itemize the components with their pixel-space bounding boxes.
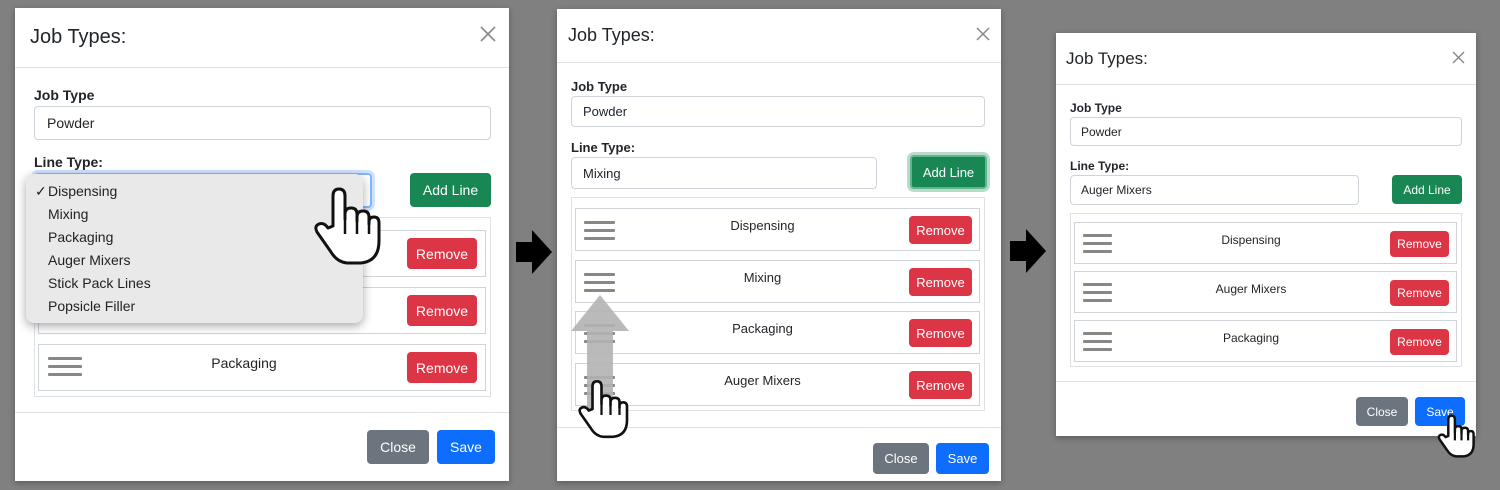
job-type-label: Job Type [571, 79, 628, 94]
job-type-label: Job Type [1070, 101, 1122, 115]
close-button[interactable]: Close [367, 430, 429, 464]
job-type-value: Powder [583, 104, 628, 119]
job-type-value: Powder [1081, 124, 1122, 139]
modal-footer: Close Save [15, 412, 509, 481]
drag-handle-icon[interactable] [1083, 283, 1112, 302]
line-type-label: Line Type: [571, 140, 636, 155]
line-type-select[interactable]: Mixing [571, 157, 877, 189]
line-row-label: Dispensing [730, 218, 795, 233]
line-type-label: Line Type: [1070, 159, 1130, 173]
remove-button[interactable]: Remove [909, 319, 972, 347]
line-type-select[interactable]: Auger Mixers [1070, 175, 1359, 205]
job-type-label: Job Type [34, 87, 95, 103]
add-line-button[interactable]: Add Line [410, 173, 491, 207]
modal-title: Job Types: [30, 26, 127, 48]
remove-button[interactable]: Remove [1390, 329, 1449, 355]
remove-button[interactable]: Remove [1390, 231, 1449, 257]
close-button[interactable]: Close [1356, 397, 1408, 426]
remove-button[interactable]: Remove [909, 216, 972, 244]
line-row-label: Dispensing [1221, 233, 1281, 247]
line-row-packaging[interactable]: Packaging Remove [1074, 320, 1457, 362]
drag-handle-icon[interactable] [584, 273, 615, 292]
remove-button[interactable]: Remove [909, 371, 972, 399]
modal-title: Job Types: [1066, 49, 1148, 68]
line-row-packaging[interactable]: Packaging Remove [575, 311, 980, 354]
remove-button-2[interactable]: Remove [407, 295, 477, 326]
dropdown-option-stick-pack-lines[interactable]: Stick Pack Lines [26, 272, 363, 295]
remove-button[interactable]: Remove [909, 268, 972, 296]
line-row-label: Packaging [211, 355, 277, 371]
line-row-label: Packaging [1222, 331, 1280, 345]
job-type-input[interactable]: Powder [1070, 117, 1462, 146]
close-icon[interactable] [975, 26, 991, 42]
right-arrow-icon [516, 230, 552, 274]
modal-footer: Close Save [1056, 381, 1476, 436]
drag-handle-icon[interactable] [1083, 332, 1112, 351]
remove-button-3[interactable]: Remove [407, 352, 477, 383]
drag-handle-icon[interactable] [48, 357, 82, 376]
pointer-hand-icon [578, 379, 629, 439]
line-row-auger-mixers[interactable]: Auger Mixers Remove [1074, 271, 1457, 313]
job-type-input[interactable]: Powder [34, 106, 491, 140]
save-button[interactable]: Save [437, 430, 495, 464]
line-row-label: Mixing [743, 270, 782, 285]
line-row-dispensing[interactable]: Dispensing Remove [1074, 222, 1457, 264]
job-types-modal-1: Job Types: Job Type Powder Line Type: Ad… [15, 8, 509, 481]
line-type-label: Line Type: [34, 154, 103, 170]
pointer-hand-icon [314, 187, 381, 265]
add-line-button[interactable]: Add Line [1392, 175, 1462, 204]
line-row-packaging[interactable]: Packaging Remove [38, 344, 486, 391]
line-type-value: Mixing [583, 165, 621, 181]
line-row-label: Auger Mixers [1215, 282, 1287, 296]
right-arrow-icon [1010, 229, 1046, 273]
dropdown-option-popsicle-filler[interactable]: Popsicle Filler [26, 295, 363, 318]
line-row-label: Auger Mixers [724, 373, 801, 388]
line-row-dispensing[interactable]: Dispensing Remove [575, 208, 980, 251]
modal-header: Job Types: [15, 8, 509, 68]
checkmark-icon: ✓ [35, 183, 47, 199]
close-button[interactable]: Close [873, 443, 929, 474]
job-types-modal-3: Job Types: Job Type Powder Line Type: Au… [1056, 33, 1476, 436]
remove-button-1[interactable]: Remove [407, 238, 477, 269]
line-row-label: Packaging [732, 321, 793, 336]
add-line-button[interactable]: Add Line [910, 155, 987, 189]
close-icon[interactable] [479, 25, 497, 43]
drag-handle-icon[interactable] [584, 221, 615, 240]
pointer-hand-icon [1437, 414, 1475, 458]
modal-header: Job Types: [557, 9, 1001, 63]
job-types-modal-2: Job Types: Job Type Powder Line Type: Mi… [557, 9, 1001, 481]
line-type-value: Auger Mixers [1081, 183, 1152, 197]
modal-header: Job Types: [1056, 33, 1476, 85]
modal-title: Job Types: [568, 25, 655, 45]
line-row-auger-mixers[interactable]: Auger Mixers Remove [575, 363, 980, 406]
save-button[interactable]: Save [936, 443, 989, 474]
remove-button[interactable]: Remove [1390, 280, 1449, 306]
job-type-value: Powder [47, 115, 95, 131]
drag-handle-icon[interactable] [1083, 234, 1112, 253]
line-row-mixing[interactable]: Mixing Remove [575, 260, 980, 303]
close-icon[interactable] [1451, 50, 1466, 65]
job-type-input[interactable]: Powder [571, 96, 985, 127]
